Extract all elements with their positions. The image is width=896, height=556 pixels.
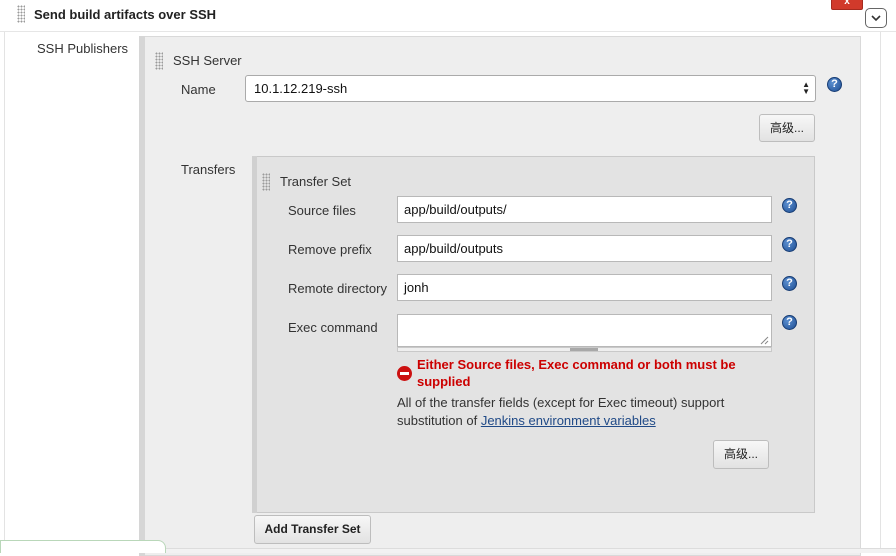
server-name-select[interactable]: 10.1.12.219-ssh ▲ ▼ <box>245 75 816 102</box>
transfers-label: Transfers <box>181 162 236 177</box>
error-message-line1: Either Source files, Exec command or bot… <box>417 357 736 372</box>
page-divider-left <box>4 32 5 553</box>
textarea-drag-bar[interactable] <box>397 347 772 352</box>
exec-command-label: Exec command <box>288 320 378 335</box>
remove-prefix-input[interactable]: app/build/outputs <box>397 235 772 262</box>
help-icon[interactable]: ? <box>782 237 797 252</box>
info-text-line1: All of the transfer fields (except for E… <box>397 395 725 410</box>
drag-handle-icon[interactable] <box>155 52 163 70</box>
page-divider-right <box>880 32 881 553</box>
drag-handle-icon[interactable] <box>262 173 270 191</box>
help-icon[interactable]: ? <box>827 77 842 92</box>
info-text-line2: substitution of Jenkins environment vari… <box>397 412 656 430</box>
ssh-server-advanced-button[interactable]: 高级... <box>759 114 815 142</box>
remote-directory-label: Remote directory <box>288 281 387 296</box>
help-icon[interactable]: ? <box>782 315 797 330</box>
exec-command-textarea[interactable] <box>397 314 772 347</box>
source-files-label: Source files <box>288 203 356 218</box>
drag-handle-icon[interactable] <box>17 5 25 23</box>
chevron-down-icon <box>871 14 881 21</box>
server-name-value: 10.1.12.219-ssh <box>254 81 348 96</box>
section-title: Send build artifacts over SSH <box>34 7 217 22</box>
remove-prefix-label: Remove prefix <box>288 242 372 257</box>
env-vars-link[interactable]: Jenkins environment variables <box>481 413 656 428</box>
source-files-input[interactable]: app/build/outputs/ <box>397 196 772 223</box>
error-icon <box>397 366 412 381</box>
close-button[interactable]: x <box>831 0 863 10</box>
name-label: Name <box>181 82 216 97</box>
transfer-panel-left-bar <box>252 156 257 513</box>
help-icon[interactable]: ? <box>782 198 797 213</box>
resize-grip-icon[interactable] <box>760 336 769 345</box>
transfer-advanced-button[interactable]: 高级... <box>713 440 769 469</box>
error-message-line2: supplied <box>417 374 471 389</box>
collapse-button[interactable] <box>865 8 887 28</box>
ssh-publishers-label: SSH Publishers <box>37 41 129 56</box>
select-arrows-icon: ▲ ▼ <box>802 80 810 96</box>
help-icon[interactable]: ? <box>782 276 797 291</box>
info-text-prefix: substitution of <box>397 413 481 428</box>
transfer-set-title: Transfer Set <box>280 174 352 189</box>
bottom-left-tab <box>0 540 166 553</box>
ssh-server-title: SSH Server <box>173 53 242 68</box>
panel-left-bar <box>139 36 145 556</box>
textarea-drag-bar-grip <box>570 348 598 351</box>
remote-directory-input[interactable]: jonh <box>397 274 772 301</box>
add-transfer-set-button[interactable]: Add Transfer Set <box>254 515 371 544</box>
